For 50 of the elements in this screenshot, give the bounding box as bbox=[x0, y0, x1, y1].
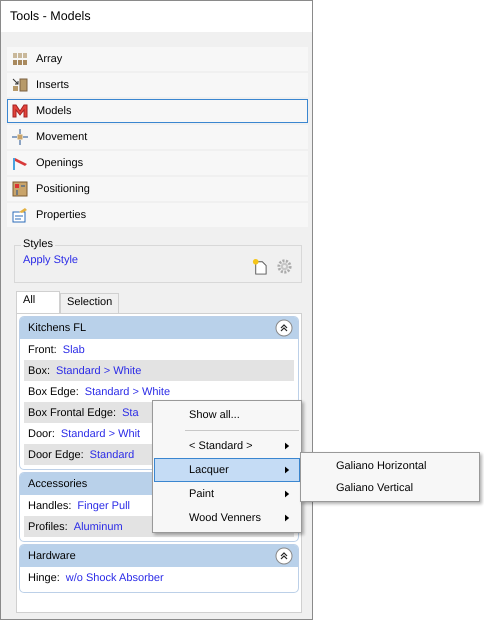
sidebar-item[interactable]: Inserts bbox=[7, 73, 308, 97]
flag-icon bbox=[12, 155, 28, 171]
cabinet-icon bbox=[12, 181, 28, 197]
menu-item[interactable]: Show all... bbox=[154, 403, 300, 427]
properties-icon bbox=[12, 207, 28, 223]
property-label: Door: bbox=[28, 428, 55, 440]
property-label: Hinge: bbox=[28, 572, 60, 584]
property-value-link[interactable]: Sta bbox=[122, 406, 139, 418]
menu-item[interactable]: Paint bbox=[154, 482, 300, 506]
property-value-link[interactable]: Standard > White bbox=[56, 364, 142, 376]
collapse-icon[interactable] bbox=[275, 547, 293, 565]
property-label: Box: bbox=[28, 364, 50, 376]
insert-icon bbox=[12, 77, 28, 93]
collapse-icon[interactable] bbox=[275, 319, 293, 337]
group-title: Kitchens FL bbox=[28, 322, 86, 334]
property-label: Handles: bbox=[28, 500, 72, 512]
property-label: Door Edge: bbox=[28, 448, 84, 460]
property-value-link[interactable]: Standard > White bbox=[84, 386, 170, 398]
sidebar-item[interactable]: Properties bbox=[7, 203, 308, 227]
menu-item[interactable]: Wood Venners bbox=[154, 506, 300, 530]
sidebar-item[interactable]: Movement bbox=[7, 125, 308, 149]
apply-style-link[interactable]: Apply Style bbox=[23, 254, 78, 266]
property-value-link[interactable]: Standard > Whit bbox=[60, 428, 140, 440]
property-label: Front: bbox=[28, 344, 57, 356]
property-value-link[interactable]: Finger Pull bbox=[77, 500, 130, 512]
property-label: Profiles: bbox=[28, 520, 68, 532]
tab[interactable]: Selection bbox=[60, 293, 120, 313]
styles-label: Styles bbox=[21, 238, 55, 250]
sidebar-item[interactable]: Openings bbox=[7, 151, 308, 175]
menu-item[interactable]: < Standard > bbox=[154, 434, 300, 458]
group-title: Hardware bbox=[28, 550, 76, 562]
menu-item[interactable]: Lacquer bbox=[154, 458, 300, 482]
sidebar-item[interactable]: Array bbox=[7, 47, 308, 71]
property-label: Box Edge: bbox=[28, 386, 79, 398]
property-value-link[interactable]: w/o Shock Absorber bbox=[66, 572, 164, 584]
menu-item[interactable]: Galiano Vertical bbox=[301, 477, 479, 499]
property-value-link[interactable]: Aluminum bbox=[74, 520, 123, 532]
sidebar-item[interactable]: Positioning bbox=[7, 177, 308, 201]
property-label: Box Frontal Edge: bbox=[28, 406, 116, 418]
property-value-link[interactable]: Slab bbox=[62, 344, 85, 356]
move-icon bbox=[12, 129, 28, 145]
model-icon bbox=[12, 103, 28, 119]
property-value-link[interactable]: Standard bbox=[90, 448, 134, 460]
menu-item[interactable]: Galiano Horizontal bbox=[301, 455, 479, 477]
sidebar-item[interactable]: Models bbox=[7, 99, 308, 123]
tab[interactable]: All bbox=[16, 291, 60, 313]
window-title: Tools - Models bbox=[1, 1, 312, 32]
group-title: Accessories bbox=[28, 478, 88, 490]
grid-icon bbox=[12, 51, 28, 67]
new-document-icon[interactable] bbox=[251, 258, 268, 275]
